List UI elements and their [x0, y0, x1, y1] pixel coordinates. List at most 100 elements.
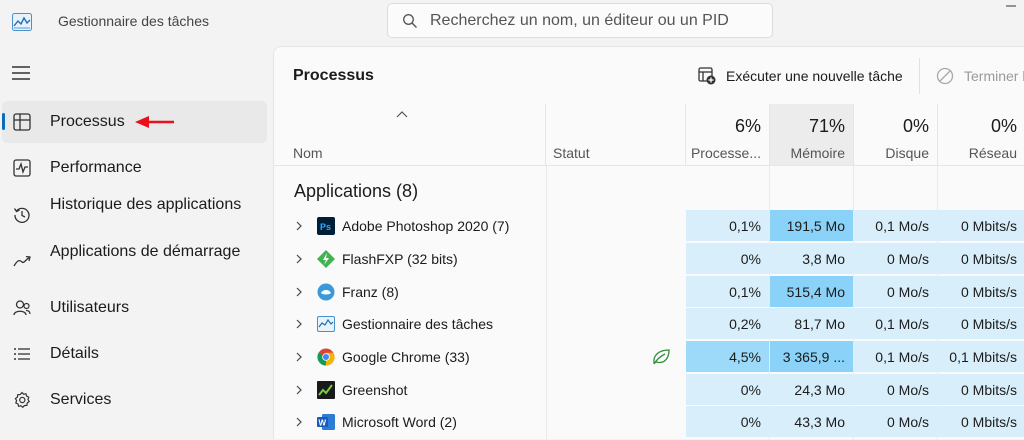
search-input[interactable] — [430, 4, 760, 37]
sidebar: Processus Performance Historique des app… — [0, 46, 272, 439]
minimize-icon[interactable] — [1000, 0, 1024, 22]
photoshop-icon: Ps — [317, 217, 335, 235]
selection-indicator — [2, 113, 5, 130]
disk-cell: 0 Mo/s — [854, 406, 937, 438]
page-title: Processus — [293, 67, 374, 84]
sidebar-item-label: Services — [50, 391, 112, 408]
column-label: Processe... — [690, 145, 761, 161]
chevron-right-icon[interactable] — [295, 385, 303, 395]
group-header: Applications (8) — [294, 181, 419, 201]
network-cell: 0 Mbits/s — [938, 276, 1024, 308]
column-label: Statut — [553, 145, 590, 161]
column-header-name[interactable]: Nom — [274, 104, 546, 166]
cpu-total: 6% — [734, 116, 761, 136]
cpu-cell: 0,2% — [686, 308, 769, 340]
memory-cell: 43,3 Mo — [770, 406, 853, 438]
memory-cell: 3 365,9 ... — [770, 341, 853, 373]
chevron-right-icon[interactable] — [295, 287, 303, 297]
column-label: Réseau — [968, 145, 1017, 161]
run-new-task-label: Exécuter une nouvelle tâche — [726, 68, 903, 84]
greenshot-icon — [317, 381, 335, 399]
table-row[interactable]: Gestionnaire des tâches 0,2% 81,7 Mo 0,1… — [274, 308, 1024, 340]
cpu-cell: 0,1% — [686, 276, 769, 308]
disk-cell: 0,1 Mo/s — [854, 341, 937, 373]
svg-text:W: W — [319, 418, 327, 427]
hamburger-menu-icon[interactable] — [12, 66, 30, 80]
word-icon: W — [317, 414, 335, 430]
memory-cell: 24,3 Mo — [770, 374, 853, 406]
svg-text:Ps: Ps — [320, 222, 331, 232]
app-title: Gestionnaire des tâches — [58, 13, 209, 29]
users-icon — [13, 300, 31, 316]
chevron-right-icon[interactable] — [295, 352, 303, 362]
sidebar-item-history[interactable]: Historique des applications — [2, 193, 267, 237]
disk-cell: 0 Mo/s — [854, 243, 937, 275]
disk-cell: 0 Mo/s — [854, 374, 937, 406]
disk-cell: 0,1 Mo/s — [854, 210, 937, 242]
processes-icon — [13, 113, 31, 131]
column-header-memory[interactable]: 71% Mémoire — [770, 104, 854, 166]
memory-cell: 3,8 Mo — [770, 243, 853, 275]
memory-cell: 81,7 Mo — [770, 308, 853, 340]
sidebar-item-label: Historique des applications — [50, 196, 242, 213]
column-label: Nom — [293, 145, 323, 161]
column-label: Mémoire — [790, 145, 845, 161]
sidebar-item-processus[interactable]: Processus — [2, 101, 267, 143]
sidebar-item-users[interactable]: Utilisateurs — [2, 287, 267, 329]
sidebar-item-details[interactable]: Détails — [2, 333, 267, 375]
memory-cell: 191,5 Mo — [770, 210, 853, 242]
column-header-status[interactable]: Statut — [546, 104, 686, 166]
run-new-task-icon — [698, 67, 716, 85]
chevron-right-icon[interactable] — [295, 254, 303, 264]
column-header-disk[interactable]: 0% Disque — [854, 104, 938, 166]
process-name: Franz (8) — [342, 284, 399, 300]
task-manager-app-icon — [12, 13, 32, 31]
table-row[interactable]: W Microsoft Word (2) 0% 43,3 Mo 0 Mo/s 0… — [274, 406, 1024, 438]
search-box[interactable] — [387, 3, 773, 38]
cpu-cell: 0% — [686, 374, 769, 406]
network-total: 0% — [990, 116, 1017, 136]
cpu-cell: 0% — [686, 243, 769, 275]
sidebar-item-label: Processus — [50, 113, 125, 130]
network-cell: 0 Mbits/s — [938, 243, 1024, 275]
process-name: Adobe Photoshop 2020 (7) — [342, 218, 510, 234]
process-name: FlashFXP (32 bits) — [342, 251, 458, 267]
task-manager-icon — [317, 316, 335, 332]
network-cell: 0 Mbits/s — [938, 210, 1024, 242]
memory-cell: 515,4 Mo — [770, 276, 853, 308]
process-name: Gestionnaire des tâches — [342, 316, 493, 332]
cpu-cell: 4,5% — [686, 341, 769, 373]
disk-total: 0% — [902, 116, 929, 136]
annotation-arrow-icon — [135, 116, 174, 128]
efficiency-mode-leaf-icon — [653, 349, 670, 365]
sidebar-item-label: Utilisateurs — [50, 299, 130, 316]
performance-icon — [13, 159, 31, 177]
chevron-right-icon[interactable] — [295, 417, 303, 427]
chevron-right-icon[interactable] — [295, 221, 303, 231]
process-name: Microsoft Word (2) — [342, 414, 457, 430]
network-cell: 0 Mbits/s — [938, 308, 1024, 340]
column-header-cpu[interactable]: 6% Processe... — [686, 104, 770, 166]
sidebar-item-label: Détails — [50, 345, 99, 362]
sidebar-item-startup[interactable]: Applications de démarrage — [2, 240, 267, 284]
table-row[interactable]: Ps Adobe Photoshop 2020 (7) 0,1% 191,5 M… — [274, 210, 1024, 242]
network-cell: 0 Mbits/s — [938, 406, 1024, 438]
table-row[interactable]: FlashFXP (32 bits) 0% 3,8 Mo 0 Mo/s 0 Mb… — [274, 243, 1024, 275]
franz-icon — [317, 283, 335, 301]
table-row[interactable]: Franz (8) 0,1% 515,4 Mo 0 Mo/s 0 Mbits/s — [274, 276, 1024, 308]
chevron-right-icon[interactable] — [295, 319, 303, 329]
details-icon — [14, 348, 30, 360]
disk-cell: 0,1 Mo/s — [854, 308, 937, 340]
table-row[interactable]: Google Chrome (33) 4,5% 3 365,9 ... 0,1 … — [274, 341, 1024, 373]
history-icon — [13, 207, 30, 223]
process-name: Greenshot — [342, 382, 408, 398]
sidebar-item-services[interactable]: Services — [2, 379, 267, 421]
table-row[interactable]: Greenshot 0% 24,3 Mo 0 Mo/s 0 Mbits/s — [274, 374, 1024, 406]
cpu-cell: 0,1% — [686, 210, 769, 242]
end-task-icon — [936, 67, 954, 85]
toolbar-divider — [919, 58, 920, 94]
network-cell: 0,1 Mbits/s — [938, 341, 1024, 373]
column-header-network[interactable]: 0% Réseau — [938, 104, 1024, 166]
memory-total: 71% — [808, 116, 845, 136]
sidebar-item-performance[interactable]: Performance — [2, 147, 267, 189]
